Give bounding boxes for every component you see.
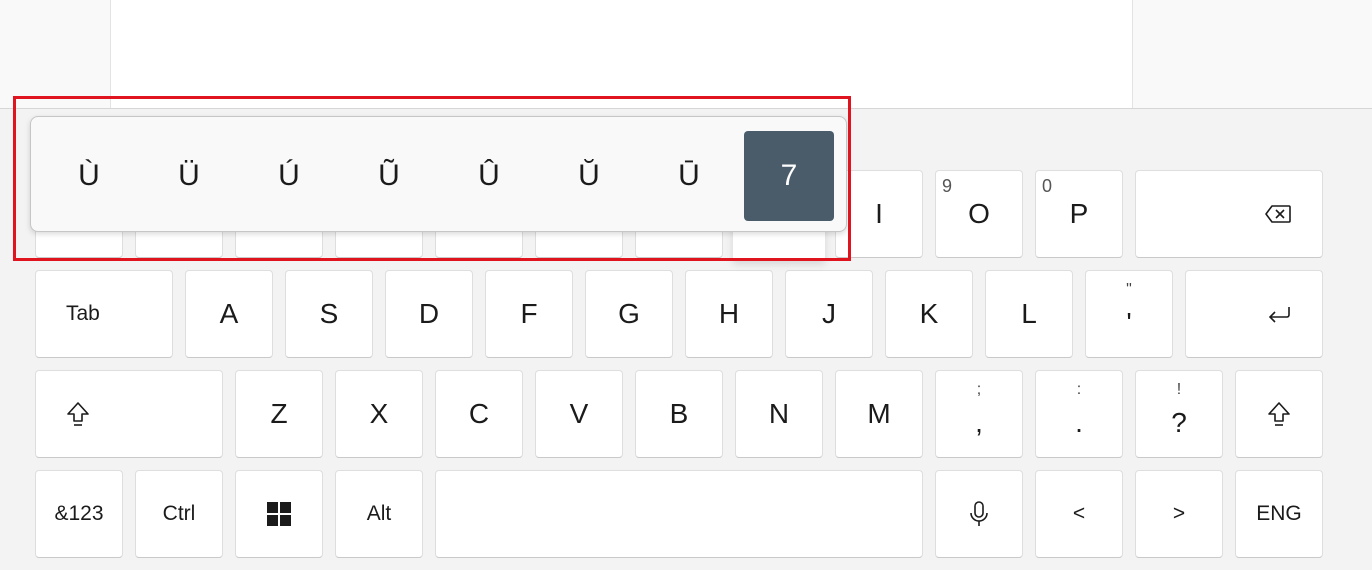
key-k[interactable]: K (885, 270, 973, 358)
key-label: A (219, 298, 239, 329)
key-n[interactable]: N (735, 370, 823, 458)
symbols-key-label: &123 (54, 502, 104, 525)
key-label: V (569, 398, 589, 429)
key-label: B (669, 398, 689, 429)
shift-key-right[interactable] (1235, 370, 1323, 458)
key-label: J (822, 298, 836, 329)
accent-char: Ŭ (578, 159, 600, 192)
key-g[interactable]: G (585, 270, 673, 358)
right-arrow-label: > (1172, 502, 1186, 525)
key-label: H (718, 298, 740, 329)
microphone-key[interactable] (935, 470, 1023, 558)
accent-char: Ū (678, 159, 700, 192)
key-l[interactable]: L (985, 270, 1073, 358)
accent-popup: Ù Ü Ú Ũ Û Ŭ Ū 7 (30, 116, 847, 232)
space-key[interactable] (435, 470, 923, 558)
key-label: K (919, 298, 939, 329)
key-period[interactable]: : . (1035, 370, 1123, 458)
accent-option[interactable]: Ŭ (544, 131, 634, 221)
tab-key[interactable]: Tab (35, 270, 173, 358)
tab-key-label: Tab (66, 302, 100, 325)
enter-icon (1266, 304, 1292, 324)
key-comma-label: , (975, 407, 983, 438)
key-question[interactable]: ! ? (1135, 370, 1223, 458)
accent-char: 7 (780, 159, 798, 192)
key-o[interactable]: 9 O (935, 170, 1023, 258)
accent-option[interactable]: Ú (244, 131, 334, 221)
key-label: N (768, 398, 790, 429)
accent-char: Ù (78, 159, 100, 192)
key-z[interactable]: Z (235, 370, 323, 458)
key-label: X (369, 398, 389, 429)
accent-char: Û (478, 159, 500, 192)
key-apostrophe-alt: " (1126, 281, 1132, 298)
key-period-label: . (1075, 407, 1083, 438)
accent-option[interactable]: Ũ (344, 131, 434, 221)
enter-key[interactable] (1185, 270, 1323, 358)
document-area (0, 0, 1372, 108)
key-s[interactable]: S (285, 270, 373, 358)
key-label: Z (270, 398, 288, 429)
key-question-alt: ! (1176, 381, 1182, 398)
accent-option[interactable]: Ū (644, 131, 734, 221)
key-label: L (1021, 298, 1037, 329)
key-p-hint: 0 (1042, 176, 1053, 196)
alt-key-label: Alt (366, 502, 392, 525)
key-d[interactable]: D (385, 270, 473, 358)
key-x[interactable]: X (335, 370, 423, 458)
accent-option-selected[interactable]: 7 (744, 131, 834, 221)
language-key[interactable]: ENG (1235, 470, 1323, 558)
ctrl-key[interactable]: Ctrl (135, 470, 223, 558)
key-i-label: I (875, 198, 883, 229)
key-label: G (618, 298, 640, 329)
key-label: F (520, 298, 538, 329)
key-j[interactable]: J (785, 270, 873, 358)
shift-icon (1267, 401, 1291, 427)
key-comma[interactable]: ; , (935, 370, 1023, 458)
shift-icon (66, 401, 90, 427)
key-o-hint: 9 (942, 176, 953, 196)
key-o-label: O (968, 198, 990, 229)
symbols-key[interactable]: &123 (35, 470, 123, 558)
microphone-icon (969, 500, 989, 528)
document-page[interactable] (110, 0, 1133, 108)
left-arrow-key[interactable]: < (1035, 470, 1123, 558)
key-i[interactable]: I (835, 170, 923, 258)
accent-option[interactable]: Û (444, 131, 534, 221)
shift-key-left[interactable] (35, 370, 223, 458)
key-m[interactable]: M (835, 370, 923, 458)
key-label: C (468, 398, 490, 429)
key-h[interactable]: H (685, 270, 773, 358)
key-period-alt: : (1076, 381, 1082, 398)
key-f[interactable]: F (485, 270, 573, 358)
key-apostrophe-label: ' (1126, 307, 1132, 338)
key-label: S (319, 298, 339, 329)
accent-char: Ũ (378, 159, 400, 192)
accent-option[interactable]: Ü (144, 131, 234, 221)
right-arrow-key[interactable]: > (1135, 470, 1223, 558)
windows-key[interactable] (235, 470, 323, 558)
accent-option[interactable]: Ù (44, 131, 134, 221)
key-p-label: P (1069, 198, 1089, 229)
accent-char: Ü (178, 159, 200, 192)
left-arrow-label: < (1072, 502, 1086, 525)
key-label: D (418, 298, 440, 329)
ctrl-key-label: Ctrl (162, 502, 196, 525)
key-v[interactable]: V (535, 370, 623, 458)
key-b[interactable]: B (635, 370, 723, 458)
windows-icon (267, 502, 291, 526)
alt-key[interactable]: Alt (335, 470, 423, 558)
key-question-label: ? (1171, 407, 1187, 438)
key-apostrophe[interactable]: " ' (1085, 270, 1173, 358)
backspace-icon (1264, 204, 1292, 224)
language-key-label: ENG (1256, 502, 1302, 525)
key-c[interactable]: C (435, 370, 523, 458)
accent-char: Ú (278, 159, 300, 192)
key-p[interactable]: 0 P (1035, 170, 1123, 258)
key-label: M (867, 398, 891, 429)
key-comma-alt: ; (976, 381, 982, 398)
key-a[interactable]: A (185, 270, 273, 358)
backspace-key[interactable] (1135, 170, 1323, 258)
